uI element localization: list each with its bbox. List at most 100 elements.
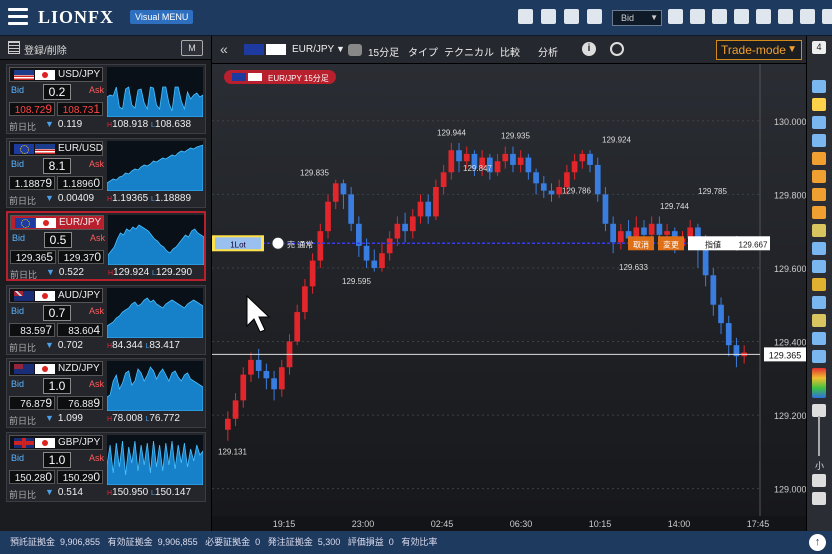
vertical-line-tool-icon[interactable]: [812, 206, 826, 219]
ask-button[interactable]: 76.889: [57, 396, 103, 410]
pointer-tool-icon[interactable]: [812, 116, 826, 129]
trade-mode-select[interactable]: Trade-mode: [716, 40, 802, 60]
color-palette-icon[interactable]: [812, 368, 826, 398]
tools-icon[interactable]: [800, 9, 815, 24]
cursor-tool-icon[interactable]: [812, 80, 826, 93]
scroll-right-icon[interactable]: [812, 474, 826, 487]
register-delete-icon[interactable]: [8, 41, 20, 54]
price-annotation: 129.935: [501, 132, 530, 141]
scroll-top-icon[interactable]: ↑: [809, 534, 826, 551]
eraser-tool-icon[interactable]: [812, 350, 826, 363]
visual-menu-button[interactable]: Visual MENU: [130, 10, 194, 24]
chart-type-button[interactable]: タイプ: [408, 44, 438, 59]
compare-button[interactable]: 比較: [500, 44, 520, 59]
bid-button[interactable]: 150.280: [9, 469, 55, 484]
pie-chart-icon[interactable]: [734, 9, 749, 24]
scroll-left-icon[interactable]: [812, 492, 826, 505]
bid-price: 76.87: [20, 399, 46, 410]
ask-button[interactable]: 108.731: [57, 102, 103, 116]
sparkline-chart[interactable]: [107, 361, 203, 411]
fibonacci-tool-icon[interactable]: [812, 242, 826, 255]
mouse-pointer-icon: [246, 294, 271, 333]
layout-icon[interactable]: [668, 9, 683, 24]
zoom-slider[interactable]: [818, 416, 820, 456]
sort-icon[interactable]: [690, 9, 705, 24]
candle-body: [664, 231, 670, 235]
candle-body: [571, 161, 578, 173]
order-close-icon: [271, 236, 285, 250]
info-icon[interactable]: i: [582, 42, 596, 56]
ask-button[interactable]: 1.18960: [57, 175, 103, 190]
candle-body: [309, 260, 316, 287]
pair-label[interactable]: NZD/JPY: [9, 361, 103, 376]
chart-canvas[interactable]: 130.000 129.800 129.600 129.400 129.200 129.0…: [212, 64, 807, 516]
candle-body: [433, 187, 439, 217]
rate-card-usd-jpy[interactable]: USD/JPYBidAsk0.2108.729108.731前日比0.119H1…: [6, 64, 206, 134]
gann-tool-icon[interactable]: [812, 278, 826, 291]
horizontal-line-tool-icon[interactable]: [812, 188, 826, 201]
wave-tool-icon[interactable]: [812, 296, 826, 309]
ask-button[interactable]: 150.290: [57, 469, 103, 484]
high-low: H1.19365 L1.18889: [107, 193, 205, 204]
hamburger-menu-icon[interactable]: [8, 8, 28, 26]
ray-tool-icon[interactable]: [812, 170, 826, 183]
technical-button[interactable]: テクニカル: [444, 44, 494, 59]
text-tool-icon[interactable]: [812, 134, 826, 147]
bid-button[interactable]: 76.879: [9, 396, 55, 410]
bid-button[interactable]: 83.597: [9, 322, 55, 337]
rate-card-aud-jpy[interactable]: AUD/JPYBidAsk0.783.59783.604前日比0.702H84.…: [6, 284, 206, 355]
announcement-icon[interactable]: [756, 9, 771, 24]
sparkline-chart[interactable]: [107, 67, 203, 117]
ask-button[interactable]: 129.370: [58, 250, 104, 264]
sparkline-chart[interactable]: [107, 287, 203, 338]
pair-label[interactable]: EUR/JPY: [10, 215, 104, 230]
trendline-tool-icon[interactable]: [812, 152, 826, 165]
print-icon[interactable]: [564, 9, 579, 24]
rate-card-eur-jpy[interactable]: EUR/JPYBidAsk0.5129.365129.370前日比0.522H1…: [6, 211, 206, 281]
ask-button[interactable]: 83.604: [57, 322, 103, 337]
pair-label[interactable]: GBP/JPY: [9, 434, 103, 450]
chart-pair-select[interactable]: EUR/JPY: [292, 44, 334, 55]
list-icon[interactable]: [712, 9, 727, 24]
ellipse-tool-icon[interactable]: [812, 332, 826, 345]
crosshair-icon[interactable]: [610, 42, 624, 56]
channel-tool-icon[interactable]: [812, 224, 826, 237]
panel-count-badge[interactable]: 4: [812, 41, 826, 54]
candle-body: [402, 223, 408, 232]
gear-icon[interactable]: [822, 9, 832, 24]
pitchfork-tool-icon[interactable]: [812, 260, 826, 273]
pair-label[interactable]: AUD/JPY: [9, 287, 103, 303]
rate-card-eur-usd[interactable]: EUR/USDBidAsk8.11.188791.18960前日比0.00409…: [6, 137, 206, 208]
rate-card-nzd-jpy[interactable]: NZD/JPYBidAsk1.076.87976.889前日比1.099H78.…: [6, 358, 206, 428]
pair-label[interactable]: EUR/USD: [9, 140, 103, 156]
timeframe-button[interactable]: 15分足: [368, 44, 399, 59]
rectangle-tool-icon[interactable]: [812, 314, 826, 327]
register-delete-label[interactable]: 登録/削除: [24, 42, 67, 57]
candle-body: [240, 374, 247, 401]
candlestick-chart[interactable]: 130.000 129.800 129.600 129.400 129.200 129.0…: [212, 64, 807, 516]
import-icon[interactable]: [541, 9, 556, 24]
sparkline-chart[interactable]: [107, 434, 203, 485]
sparkline-chart[interactable]: [107, 140, 203, 191]
bid-ask-select[interactable]: Bid: [612, 10, 662, 26]
bid-button[interactable]: 1.18879: [9, 175, 55, 190]
chart-pair-dropdown-icon[interactable]: ▼: [336, 44, 345, 54]
pair-label[interactable]: USD/JPY: [9, 67, 103, 82]
sparkline-area: [107, 86, 203, 117]
alert-tool-icon[interactable]: [812, 98, 826, 111]
save-icon[interactable]: [587, 9, 602, 24]
sparkline-chart[interactable]: [108, 215, 204, 265]
m-button[interactable]: M: [181, 40, 203, 56]
analysis-button[interactable]: 分析: [538, 44, 558, 59]
rate-card-gbp-jpy[interactable]: GBP/JPYBidAsk1.0150.280150.290前日比0.514H1…: [6, 431, 206, 502]
y-tick-label: 129.600: [774, 264, 806, 274]
export-icon[interactable]: [518, 9, 533, 24]
price-annotation: 129.131: [218, 447, 247, 456]
collapse-icon[interactable]: «: [220, 41, 228, 57]
candle-body: [386, 238, 393, 254]
news-icon[interactable]: [778, 9, 793, 24]
bid-price: 129.36: [15, 253, 47, 264]
price-annotation: 129.785: [698, 187, 727, 196]
bid-button[interactable]: 129.365: [10, 250, 56, 264]
bid-button[interactable]: 108.729: [9, 102, 55, 116]
